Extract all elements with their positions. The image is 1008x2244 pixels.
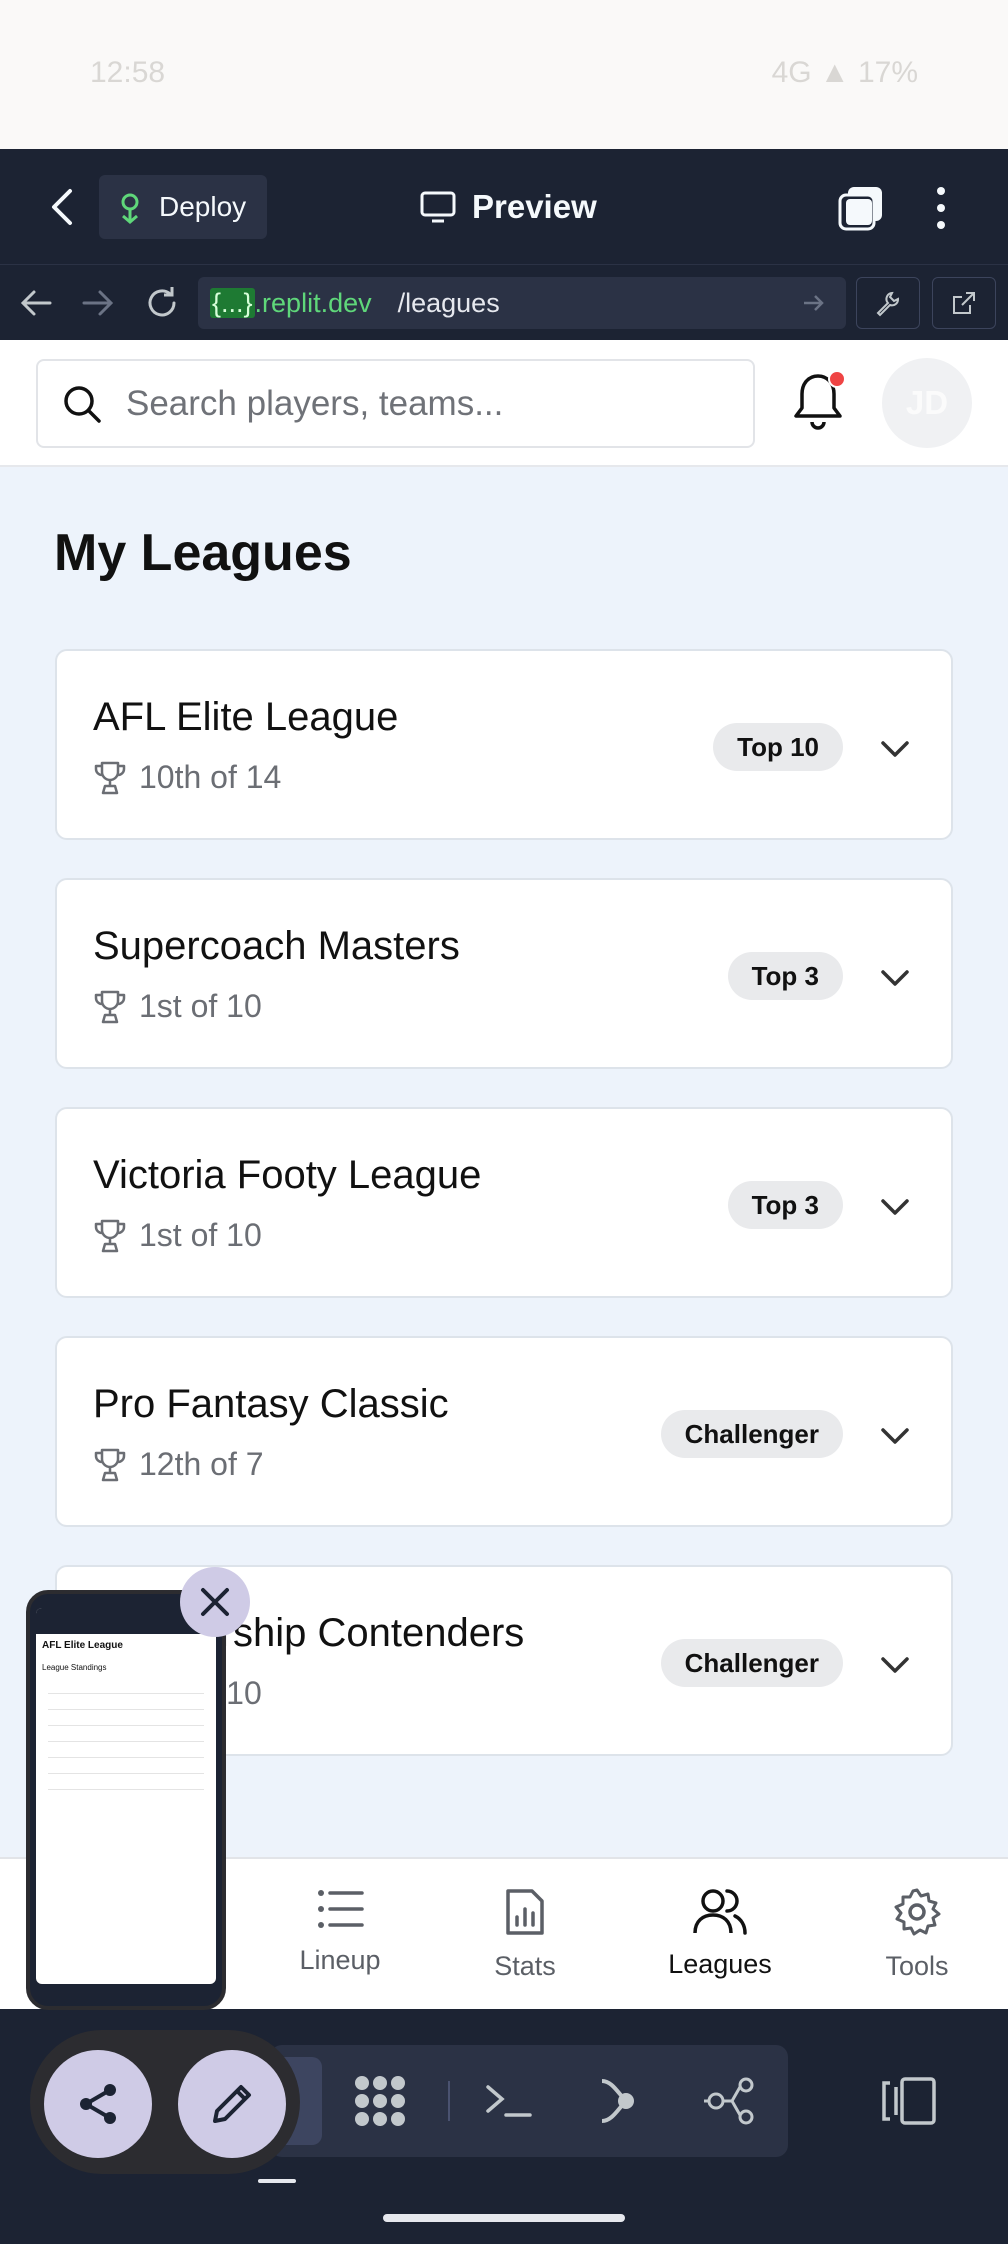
panel-icon[interactable]: [880, 2073, 940, 2129]
browser-back-icon[interactable]: [16, 283, 56, 323]
status-indicators: 4G ▲ 17%: [771, 56, 918, 89]
monitor-icon: [420, 191, 456, 223]
status-bar: 12:58 4G ▲ 17%: [0, 0, 1008, 149]
gear-icon: [894, 1888, 941, 1936]
league-card[interactable]: Victoria Footy League 1st of 10 Top 3: [55, 1107, 953, 1298]
league-card[interactable]: Pro Fantasy Classic 12th of 7 Challenger: [55, 1336, 953, 1527]
league-badge: Top 3: [727, 1181, 843, 1229]
trophy-icon: [94, 1448, 126, 1481]
pip-subtitle: League Standings: [42, 1663, 107, 1672]
pencil-icon: [213, 2085, 251, 2123]
stats-file-icon: [506, 1889, 544, 1935]
share-button[interactable]: [44, 2050, 152, 2158]
git-branch-icon[interactable]: [592, 2073, 648, 2129]
league-badge: Top 3: [727, 952, 843, 1000]
chevron-down-icon[interactable]: [879, 1191, 911, 1223]
floating-actions: [30, 2030, 300, 2174]
open-external-button[interactable]: [932, 277, 996, 329]
list-icon: [318, 1890, 364, 1928]
league-rank: 1st of 10: [93, 1217, 262, 1254]
replit-toolbar: Deploy Preview: [0, 149, 1008, 264]
preview-tab[interactable]: Preview: [420, 179, 597, 235]
share-nodes-icon[interactable]: [702, 2073, 758, 2129]
dock-indicator: [258, 2179, 296, 2183]
browser-forward-icon[interactable]: [78, 283, 118, 323]
browser-url-bar: {...}.replit.dev /leagues: [0, 264, 1008, 340]
users-icon: [693, 1889, 747, 1935]
deploy-button[interactable]: Deploy: [99, 175, 267, 239]
deploy-icon: [121, 193, 139, 224]
league-card[interactable]: AFL Elite League 10th of 14 Top 10: [55, 649, 953, 840]
page-title: My Leagues: [54, 524, 352, 582]
chevron-down-icon[interactable]: [879, 1420, 911, 1452]
dock-separator: [448, 2081, 450, 2121]
address-field[interactable]: {...}.replit.dev /leagues: [198, 277, 846, 329]
terminal-icon[interactable]: [482, 2073, 538, 2129]
trophy-icon: [94, 990, 126, 1023]
go-arrow-icon[interactable]: [800, 289, 828, 317]
home-indicator[interactable]: [383, 2214, 625, 2222]
tabs-icon[interactable]: [838, 185, 884, 231]
league-rank: 10th of 14: [93, 759, 281, 796]
devtools-button[interactable]: [856, 277, 920, 329]
league-name: Pro Fantasy Classic: [93, 1382, 449, 1426]
nav-lineup[interactable]: Lineup: [265, 1887, 415, 1976]
avatar[interactable]: JD: [882, 358, 972, 448]
app-header: JD: [0, 340, 1008, 467]
chevron-down-icon[interactable]: [879, 1649, 911, 1681]
chevron-down-icon[interactable]: [879, 733, 911, 765]
league-name: Victoria Footy League: [93, 1153, 482, 1197]
trophy-icon: [94, 761, 126, 794]
pip-screen: AFL Elite League League Standings: [36, 1608, 216, 1984]
url-path: /leagues: [397, 287, 500, 318]
apps-icon[interactable]: [352, 2073, 408, 2129]
back-icon[interactable]: [44, 185, 84, 229]
wrench-icon: [876, 291, 899, 317]
pip-preview[interactable]: AFL Elite League League Standings: [26, 1590, 226, 2010]
notification-badge: [828, 370, 846, 388]
search-input[interactable]: [126, 383, 706, 424]
league-badge: Challenger: [660, 1639, 843, 1687]
pip-close-button[interactable]: [180, 1567, 250, 1637]
league-name: Supercoach Masters: [93, 924, 460, 968]
trophy-icon: [94, 1219, 126, 1252]
nav-tools[interactable]: Tools: [842, 1887, 992, 1982]
league-rank: 12th of 7: [93, 1446, 264, 1483]
external-link-icon: [953, 292, 975, 314]
chevron-down-icon[interactable]: [879, 962, 911, 994]
dock: [270, 2045, 788, 2157]
more-vertical-icon[interactable]: [926, 185, 956, 231]
edit-button[interactable]: [178, 2050, 286, 2158]
share-icon: [80, 2084, 116, 2124]
deploy-label: Deploy: [159, 191, 247, 222]
preview-label: Preview: [472, 188, 597, 225]
league-name: AFL Elite League: [93, 695, 399, 739]
close-icon: [201, 1588, 229, 1616]
league-badge: Top 10: [713, 723, 843, 771]
pip-title: AFL Elite League: [42, 1640, 123, 1651]
nav-stats[interactable]: Stats: [450, 1887, 600, 1982]
search-box[interactable]: [36, 359, 755, 448]
status-time: 12:58: [90, 56, 166, 89]
reload-icon[interactable]: [142, 283, 182, 323]
nav-leagues[interactable]: Leagues: [645, 1887, 795, 1980]
league-rank: 1st of 10: [93, 988, 262, 1025]
url-host: {...}.replit.dev: [210, 287, 372, 318]
search-icon: [64, 385, 101, 423]
league-card[interactable]: Supercoach Masters 1st of 10 Top 3: [55, 878, 953, 1069]
league-badge: Challenger: [660, 1410, 843, 1458]
